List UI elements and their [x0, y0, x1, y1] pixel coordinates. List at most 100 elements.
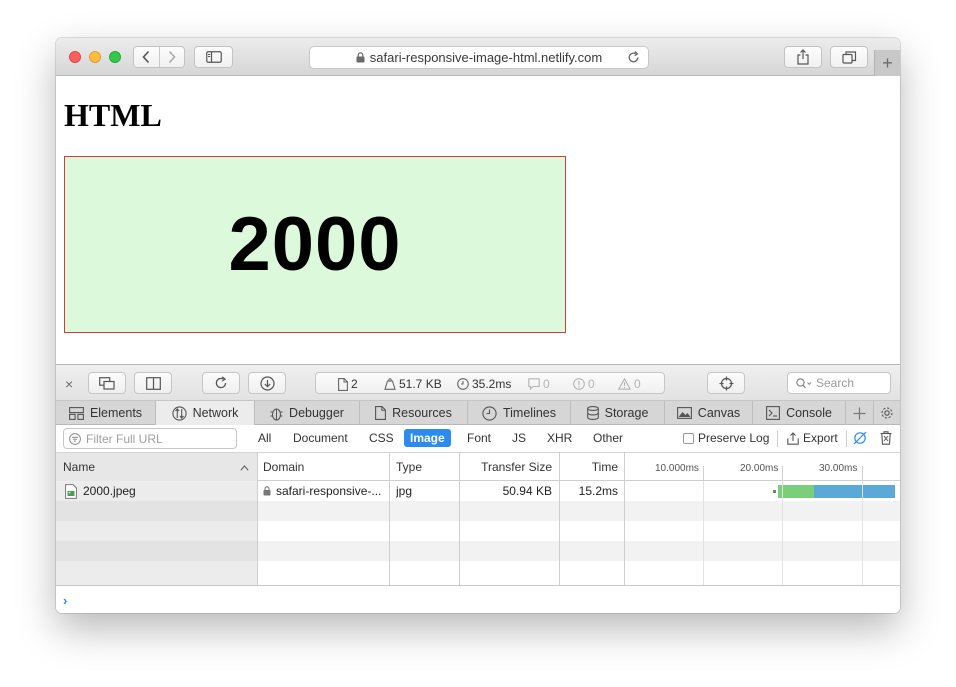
- inspector-tab-bar: Elements Network Debugger Resources Time…: [56, 401, 900, 425]
- clear-log-button[interactable]: [880, 431, 892, 448]
- sidebar-toggle-button[interactable]: [194, 46, 233, 68]
- download-button[interactable]: [248, 372, 286, 394]
- network-icon: [171, 405, 187, 421]
- row-domain: safari-responsive-...: [276, 484, 382, 498]
- browser-window: safari-responsive-image-html.netlify.com…: [56, 38, 900, 613]
- timeline-tick: [703, 466, 704, 481]
- column-divider: [459, 453, 460, 481]
- image-file-icon: [65, 484, 77, 499]
- filter-type-font[interactable]: Font: [467, 431, 491, 445]
- error-count[interactable]: 0: [573, 377, 595, 391]
- element-picker-button[interactable]: [707, 372, 745, 394]
- share-icon: [797, 49, 809, 65]
- sidebar-icon: [205, 51, 222, 63]
- empty-row: [56, 501, 900, 521]
- column-divider: [624, 453, 625, 481]
- tab-canvas[interactable]: Canvas: [665, 401, 753, 425]
- network-stats: 2 51.7 KB 35.2ms 0 0 0: [315, 372, 665, 394]
- export-button[interactable]: Export: [787, 431, 838, 445]
- weight-icon: [384, 378, 396, 390]
- navigation-buttons: [133, 46, 185, 68]
- dock-side-button[interactable]: [134, 372, 172, 394]
- tab-network[interactable]: Network: [156, 401, 255, 425]
- warning-count[interactable]: 0: [618, 377, 641, 391]
- tab-resources[interactable]: Resources: [360, 401, 468, 425]
- download-circle-icon: [259, 375, 275, 391]
- timeline-tick-label: 20.00ms: [740, 463, 779, 474]
- filter-type-xhr[interactable]: XHR: [547, 431, 572, 445]
- tab-debugger[interactable]: Debugger: [255, 401, 360, 425]
- column-header-name[interactable]: Name: [56, 453, 257, 481]
- column-divider: [389, 453, 390, 481]
- add-tab-button[interactable]: [846, 401, 874, 425]
- dock-right-icon: [145, 376, 161, 390]
- waterfall-bar-request: [778, 485, 814, 498]
- lock-icon: [356, 52, 365, 63]
- column-header-domain[interactable]: Domain: [263, 453, 304, 481]
- chevron-right-icon: [168, 50, 176, 64]
- page-heading: HTML: [64, 97, 162, 133]
- show-tabs-button[interactable]: [830, 46, 868, 68]
- filter-type-js[interactable]: JS: [512, 431, 526, 445]
- detach-icon: [99, 376, 115, 390]
- filter-type-css[interactable]: CSS: [369, 431, 394, 445]
- timeline-tick: [862, 466, 863, 481]
- preserve-log-checkbox[interactable]: [683, 432, 694, 444]
- detach-window-button[interactable]: [88, 372, 126, 394]
- column-header-time[interactable]: Time: [560, 453, 618, 481]
- chevron-left-icon: [142, 50, 150, 64]
- transfer-size: 51.7 KB: [384, 377, 442, 391]
- filter-type-other[interactable]: Other: [593, 431, 623, 445]
- title-bar: safari-responsive-image-html.netlify.com…: [56, 38, 900, 76]
- timeline-tick-label: 30.00ms: [819, 463, 858, 474]
- reload-icon[interactable]: [627, 51, 640, 64]
- empty-row: [56, 541, 900, 561]
- url-text: safari-responsive-image-html.netlify.com: [369, 50, 603, 65]
- tab-storage[interactable]: Storage: [571, 401, 665, 425]
- filter-type-all[interactable]: All: [258, 431, 271, 445]
- lock-icon: [263, 486, 271, 496]
- table-row[interactable]: 2000.jpeg safari-responsive-... jpg 50.9…: [56, 481, 900, 501]
- web-page-content: HTML 2000: [56, 77, 900, 364]
- filter-url-input[interactable]: Filter Full URL: [63, 428, 237, 449]
- cache-disabled-icon: [853, 431, 867, 445]
- trash-icon: [880, 431, 892, 445]
- column-header-type[interactable]: Type: [396, 453, 422, 481]
- tab-console[interactable]: Console: [753, 401, 846, 425]
- row-time: 15.2ms: [578, 484, 618, 498]
- log-message-icon: [528, 378, 540, 390]
- crosshair-icon: [719, 376, 733, 390]
- plus-icon: [853, 407, 866, 419]
- disable-caches-button[interactable]: [853, 431, 867, 448]
- back-button[interactable]: [134, 47, 159, 67]
- column-divider: [257, 453, 258, 481]
- image-label: 2000: [228, 202, 402, 287]
- tab-timelines[interactable]: Timelines: [468, 401, 571, 425]
- forward-button[interactable]: [158, 47, 184, 67]
- share-button[interactable]: [784, 46, 822, 68]
- settings-button[interactable]: [874, 401, 900, 425]
- error-icon: [573, 378, 585, 390]
- inspector-search-input[interactable]: Search: [787, 372, 891, 394]
- address-bar[interactable]: safari-responsive-image-html.netlify.com: [309, 46, 649, 69]
- load-time: 35.2ms: [457, 377, 511, 391]
- tabs-overview-icon: [841, 50, 856, 64]
- console-icon: [766, 406, 781, 420]
- log-count[interactable]: 0: [528, 377, 550, 391]
- waterfall-bar-response: [814, 485, 895, 498]
- column-header-transfer-size[interactable]: Transfer Size: [460, 453, 552, 481]
- minimize-window-button[interactable]: [89, 51, 101, 63]
- new-tab-button[interactable]: +: [874, 50, 900, 76]
- filter-type-image[interactable]: Image: [404, 429, 451, 447]
- close-inspector-button[interactable]: ×: [65, 376, 73, 392]
- resource-count: 2: [338, 377, 358, 391]
- zoom-window-button[interactable]: [109, 51, 121, 63]
- preserve-log-toggle[interactable]: Preserve Log: [683, 431, 769, 445]
- filter-type-document[interactable]: Document: [293, 431, 348, 445]
- tab-elements[interactable]: Elements: [56, 401, 156, 425]
- quick-console[interactable]: ›: [56, 585, 900, 613]
- web-inspector: × 2 51.7 KB 35.2ms 0 0 0 Search Elements…: [56, 364, 900, 613]
- reload-page-button[interactable]: [202, 372, 240, 394]
- close-window-button[interactable]: [69, 51, 81, 63]
- canvas-icon: [676, 407, 692, 419]
